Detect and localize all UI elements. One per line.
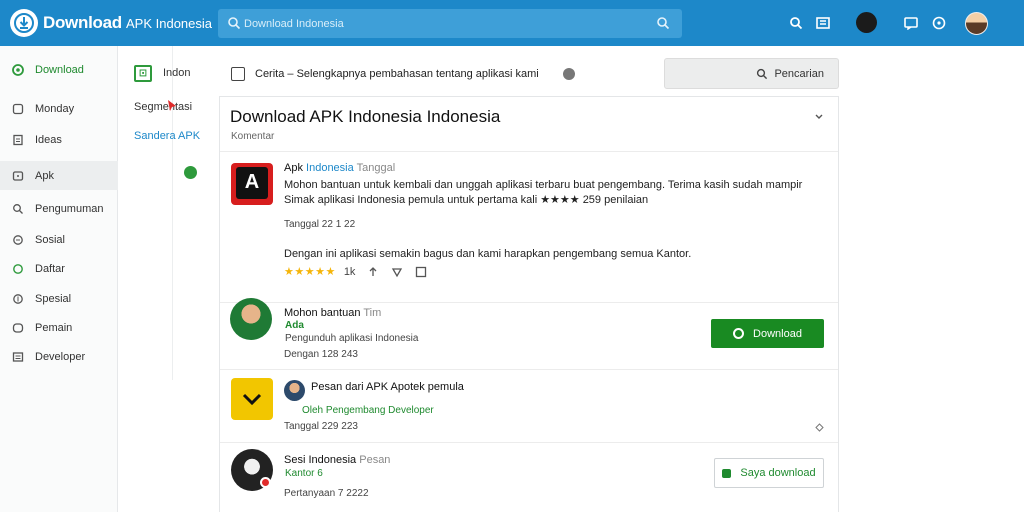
notification-badge — [260, 477, 271, 488]
column-item-sandera-apk[interactable]: Sandera APK — [134, 130, 200, 142]
post-date: Tanggal 22 1 22 — [284, 219, 356, 230]
image-icon[interactable] — [415, 266, 427, 278]
app-thumbnail[interactable] — [231, 378, 273, 420]
more-icon[interactable] — [815, 423, 824, 432]
sidebar-item-label: Pengumuman — [35, 202, 104, 215]
card-subtitle: Komentar — [231, 131, 275, 142]
save-download-label: Saya download — [740, 467, 816, 479]
verified-shield-icon — [184, 166, 197, 179]
app-thumbnail[interactable]: A — [231, 163, 273, 205]
sidebar-item-label: Monday — [35, 102, 75, 115]
download-button[interactable]: Download — [711, 319, 824, 348]
post-author[interactable]: Pesan dari APK Apotek pemula — [311, 381, 464, 393]
post-author: Mohon bantuan Tim — [284, 307, 381, 319]
download-logo-icon[interactable] — [10, 9, 38, 37]
post-tag: Kantor 6 — [285, 468, 323, 479]
download-icon — [733, 328, 745, 339]
post-subtitle: Oleh Pengembang Developer — [302, 405, 434, 416]
sidebar-item-label: Spesial — [35, 292, 72, 305]
search-input[interactable] — [244, 14, 644, 33]
divider — [220, 369, 838, 370]
sidebar-item-label: Ideas — [35, 133, 62, 146]
rating-stars[interactable]: ★★★★★ — [284, 265, 336, 278]
post-author: Apk Indonesia Tanggal — [284, 162, 395, 174]
post-date: Dengan 128 243 — [284, 349, 358, 360]
clock-icon — [11, 102, 25, 116]
card-title: Download APK Indonesia Indonesia — [230, 107, 501, 126]
cursor-icon — [168, 100, 176, 111]
sidebar-item-label: Pemain — [35, 321, 73, 334]
sidebar-item-label: Sosial — [35, 233, 65, 246]
chevron-down-icon[interactable] — [814, 111, 824, 121]
share-icon[interactable] — [367, 266, 379, 278]
leaf-icon — [11, 63, 25, 77]
post-date: Pertanyaan 7 2222 — [284, 488, 369, 499]
info-icon[interactable] — [931, 15, 947, 31]
user-avatar[interactable] — [284, 380, 305, 401]
sidebar-item-label: Developer — [35, 350, 86, 363]
main-card: Download APK Indonesia Indonesia Komenta… — [219, 96, 839, 512]
author-name[interactable]: Mohon bantuan — [284, 307, 360, 319]
post-subtitle: Pengunduh aplikasi Indonesia — [285, 333, 419, 344]
post-date: Tanggal 229 223 — [284, 421, 358, 432]
author-meta: Tanggal — [356, 162, 396, 174]
sidebar-item-label: Apk — [35, 169, 54, 182]
sidebar-item-label: Download — [35, 63, 84, 76]
author-highlight[interactable]: Indonesia — [306, 162, 354, 174]
search-bar[interactable] — [218, 9, 682, 38]
download-button-label: Download — [753, 327, 802, 340]
rating-count: 1k — [343, 265, 356, 278]
author-name[interactable]: Apk — [284, 162, 303, 174]
search-icon — [228, 17, 241, 30]
pin-icon — [11, 292, 25, 306]
save-download-button[interactable]: Saya download — [714, 458, 824, 488]
column-item-segmentasi[interactable]: Segmentasi — [134, 101, 192, 113]
post-actions: ★★★★★ 1k — [284, 265, 427, 278]
refresh-icon — [11, 262, 25, 276]
search-button[interactable]: Pencarian — [664, 58, 839, 89]
divider — [220, 302, 838, 303]
author-name[interactable]: Sesi Indonesia — [284, 454, 356, 466]
breadcrumb: Cerita – Selengkapnya pembahasan tentang… — [231, 67, 539, 81]
list-icon[interactable] — [815, 15, 831, 31]
grid-icon — [11, 350, 25, 364]
post-body: Mohon bantuan untuk kembali dan unggah a… — [284, 179, 803, 191]
divider — [220, 442, 838, 443]
message-icon[interactable] — [903, 15, 919, 31]
post-tag: Ada — [285, 320, 304, 331]
search-icon — [757, 68, 768, 79]
search-icon — [11, 202, 25, 216]
user-avatar[interactable] — [230, 298, 272, 340]
brand-name[interactable]: Download — [43, 13, 122, 33]
author-meta: Pesan — [359, 454, 391, 466]
category-icon[interactable]: ⊡ — [134, 65, 152, 82]
secondary-column — [118, 46, 173, 380]
search-icon[interactable] — [788, 15, 804, 31]
search-submit-icon[interactable] — [656, 16, 670, 30]
globe-icon[interactable] — [563, 68, 575, 80]
document-icon — [11, 133, 25, 147]
divider — [220, 151, 838, 152]
heart-icon — [11, 233, 25, 247]
download-icon — [722, 468, 732, 478]
user-avatar[interactable] — [965, 12, 988, 35]
post-author: Sesi Indonesia Pesan — [284, 454, 390, 466]
breadcrumb-text: Cerita – Selengkapnya pembahasan tentang… — [255, 68, 539, 80]
calendar-icon — [231, 67, 245, 81]
profile-dark-icon[interactable] — [856, 12, 877, 33]
top-bar: Download APK Indonesia — [0, 0, 1024, 46]
post-reply: Dengan ini aplikasi semakin bagus dan ka… — [284, 248, 692, 260]
sidebar-item-label: Daftar — [35, 262, 65, 275]
flag-icon[interactable] — [391, 266, 403, 278]
brand-subtitle: APK Indonesia — [126, 16, 213, 31]
post-body-2: Simak aplikasi Indonesia pemula untuk pe… — [284, 194, 649, 206]
author-meta: Tim — [363, 307, 382, 319]
column-title: Indon — [163, 67, 191, 79]
search-button-label: Pencarian — [774, 67, 824, 80]
bookmark-icon — [11, 321, 25, 335]
tag-icon — [11, 169, 25, 183]
